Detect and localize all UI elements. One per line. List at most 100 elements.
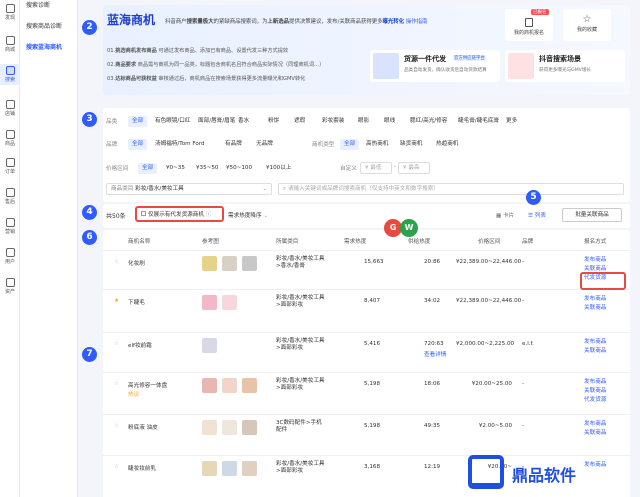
price-tag-3[interactable]: ¥50~100 <box>226 163 252 174</box>
rail-item-asset[interactable]: 资产 <box>0 278 20 295</box>
view-list-toggle[interactable]: ☰ 列表 <box>528 211 546 219</box>
row-action-0[interactable]: 发布商品 <box>584 460 606 468</box>
row-category: 彩妆/香水/美妆工具>面部彩妆 <box>276 461 325 474</box>
row-price: ¥22,389.00~22,446.00 <box>456 298 522 304</box>
reference-image[interactable] <box>202 338 217 353</box>
subnav-item-blue-ocean[interactable]: 搜索蓝海商机 <box>26 42 62 51</box>
row-action-1[interactable]: 关联商品 <box>584 428 606 436</box>
favorite-star-icon[interactable]: ☆ <box>114 464 119 470</box>
reference-image[interactable] <box>242 420 257 435</box>
brand-label: 品牌 <box>106 142 118 148</box>
row-action-1[interactable]: 关联商品 <box>584 303 606 311</box>
rail-item-user[interactable]: 用户 <box>0 248 20 265</box>
row-action-0[interactable]: 发布商品 <box>584 294 606 302</box>
category-tag-8[interactable]: 眼线 <box>384 116 395 127</box>
col-header-image: 参考图 <box>202 239 219 245</box>
category-tag-10[interactable]: 睫毛膏/睫毛底膏 <box>458 116 499 127</box>
category-tag-5[interactable]: 遮瑕 <box>294 116 305 127</box>
search-input[interactable]: ⌕ 请输入关键词或品牌词搜索商机（仅支持中英文和数字搜索） <box>278 183 624 195</box>
row-action-0[interactable]: 发布商品 <box>584 337 606 345</box>
category-tag-6[interactable]: 彩妆套装 <box>322 116 344 127</box>
row-action-1[interactable]: 关联商品 <box>584 264 606 272</box>
category-tag-3[interactable]: 香水 <box>238 116 249 127</box>
rail-item-order[interactable]: 订单 <box>0 158 20 175</box>
price-tag-4[interactable]: ¥100以上 <box>266 163 291 174</box>
row-demand: 5,198 <box>364 423 381 429</box>
category-tag-0[interactable]: 全部 <box>128 116 148 127</box>
reference-image[interactable] <box>222 378 237 393</box>
reference-image[interactable] <box>222 420 237 435</box>
price-tag-2[interactable]: ¥35~50 <box>196 163 218 174</box>
brand-tag-1[interactable]: 汤姆福特/Tom Ford <box>155 139 205 150</box>
row-price: ¥2,000.00~2,225.00 <box>456 341 515 347</box>
reference-image[interactable] <box>202 378 217 393</box>
rail-item-marketing[interactable]: 营销 <box>0 218 20 235</box>
category-tag-4[interactable]: 粉饼 <box>268 116 279 127</box>
category-tag-1[interactable]: 有色眼镜/口红 <box>155 116 190 127</box>
channel-tag-2[interactable]: 缺货商机 <box>400 139 422 150</box>
reference-image[interactable] <box>202 256 217 271</box>
aftersale-icon <box>5 188 15 197</box>
sort-select[interactable]: 需求热度降序 ⌄ <box>228 211 268 219</box>
row-action-1[interactable]: 关联商品 <box>584 346 606 354</box>
view-card-toggle[interactable]: ▦ 卡片 <box>496 211 514 219</box>
rail-item-aftersale[interactable]: 售后 <box>0 188 20 205</box>
reference-image[interactable] <box>202 295 217 310</box>
row-action-0[interactable]: 发布商品 <box>584 377 606 385</box>
rail-item-store[interactable]: 店铺 <box>0 100 20 117</box>
brand-tag-2[interactable]: 有品牌 <box>225 139 242 150</box>
price-tag-0[interactable]: 全部 <box>138 163 158 174</box>
favorite-star-icon[interactable]: ☆ <box>114 259 119 265</box>
row-action-0[interactable]: 发布商品 <box>584 255 606 263</box>
category-tag-9[interactable]: 腮红/高光/修容 <box>410 116 447 127</box>
reference-image[interactable] <box>202 420 217 435</box>
promo-search[interactable]: 抖音搜索场景 获得更多曝光与GMV增长 <box>505 50 625 82</box>
subnav-item-search-diagnosis[interactable]: 搜索诊断 <box>26 0 50 9</box>
reference-image[interactable] <box>222 295 237 310</box>
category-label: 品类 <box>106 119 118 125</box>
step-marker-4: 4 <box>82 205 97 220</box>
reference-image[interactable] <box>222 256 237 271</box>
banner-subtitle: 抖音商户搜索量极大的紧缺商品搜索词，为上新选品提供决策建议，发布/关联商品获得更… <box>165 19 428 25</box>
only-supply-checkbox[interactable]: 仅展示有代发货源商机 ⓘ <box>135 206 224 222</box>
row-action-0[interactable]: 发布商品 <box>584 419 606 427</box>
reference-image[interactable] <box>242 378 257 393</box>
channel-tag-0[interactable]: 全部 <box>340 139 360 150</box>
marketing-icon <box>5 218 15 227</box>
brand-tag-3[interactable]: 无品牌 <box>256 139 273 150</box>
favorite-star-icon[interactable]: ☆ <box>114 341 119 347</box>
category-tag-11[interactable]: 更多 <box>506 116 517 127</box>
price-tag-1[interactable]: ¥0~35 <box>166 163 185 174</box>
favorite-star-icon[interactable]: ☆ <box>114 381 119 387</box>
rail-item-search[interactable]: 搜索 <box>0 64 20 85</box>
batch-link-button[interactable]: 批量关联商品 <box>562 208 622 222</box>
row-supply-detail[interactable]: 查看详情 <box>424 350 446 358</box>
promo-supply[interactable]: 货源一件代发 官方供应链平台 品类自动发货，确认收货后自动货款结算 <box>370 50 500 82</box>
rail-item-goods[interactable]: 商品 <box>0 130 20 147</box>
guide-link[interactable]: 操作指南 <box>406 19 428 25</box>
category-tag-7[interactable]: 眼影 <box>358 116 369 127</box>
category-select[interactable]: 商品类目 彩妆/香水/美妆工具 ⌄ <box>106 183 272 195</box>
price-max-input[interactable]: ¥ 最高 <box>398 162 430 174</box>
reference-image[interactable] <box>222 461 237 476</box>
favorite-star-icon[interactable]: ☆ <box>114 423 119 429</box>
category-tag-2[interactable]: 面部/唇膏/眉笔 <box>198 116 235 127</box>
float-badge-w[interactable]: W <box>400 219 418 237</box>
favorite-star-icon[interactable]: ★ <box>114 298 119 304</box>
col-header-category: 所属类目 <box>276 239 299 245</box>
channel-tag-3[interactable]: 热趋商机 <box>436 139 458 150</box>
rail-item-home[interactable]: 发现 <box>0 4 20 21</box>
rail-item-shop[interactable]: 商城 <box>0 36 20 53</box>
my-favorites-button[interactable]: ☆ 我的收藏 <box>563 9 611 41</box>
channel-tag-1[interactable]: 高热商机 <box>366 139 388 150</box>
reference-image[interactable] <box>202 461 217 476</box>
reference-image[interactable] <box>242 256 257 271</box>
my-signup-button[interactable]: 已报名 我的商机报名 <box>505 9 553 41</box>
row-brand: e.l.f. <box>522 341 534 347</box>
subnav-item-goods-diagnosis[interactable]: 搜索商品诊断 <box>26 21 62 30</box>
row-action-1[interactable]: 关联商品 <box>584 386 606 394</box>
price-min-input[interactable]: ¥ 最低 <box>360 162 392 174</box>
brand-tag-0[interactable]: 全部 <box>128 139 148 150</box>
reference-image[interactable] <box>242 461 257 476</box>
row-action-2[interactable]: 代发货源 <box>584 395 606 403</box>
